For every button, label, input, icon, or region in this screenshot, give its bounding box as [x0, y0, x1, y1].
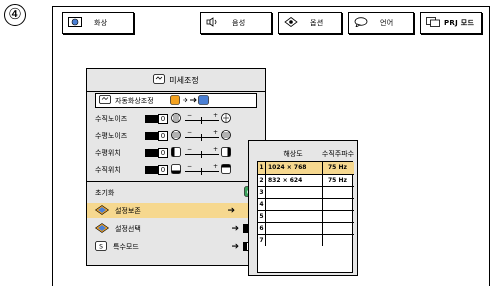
resolution-table-panel: 해상도 수직주파수 1 1024 × 768 75 Hz 2 832 × 624… [248, 140, 358, 276]
level-slider[interactable]: − + [185, 129, 219, 141]
save-icon [94, 204, 110, 217]
level-slider[interactable]: − + [185, 112, 219, 124]
level-slider[interactable]: − + [185, 146, 219, 158]
level-value: 0 [158, 130, 168, 141]
noise-icon [221, 112, 231, 125]
table-row[interactable]: 5 [258, 210, 354, 222]
table-row[interactable]: 1 1024 × 768 75 Hz [258, 162, 354, 174]
reset-label: 초기화 [95, 188, 115, 197]
noise-icon [221, 129, 231, 142]
picture-icon [68, 17, 82, 29]
level-bar [145, 131, 159, 140]
level-slider[interactable]: − + [185, 163, 219, 175]
tab-prj-mode[interactable]: PRJ 모드 [420, 12, 482, 34]
table-row[interactable]: 7 [258, 234, 354, 246]
noise-icon [171, 112, 181, 125]
adjust-row-label: 수직노이즈 [95, 114, 128, 123]
tab-picture-label: 화상 [94, 19, 108, 27]
adjust-row-label: 수직위치 [95, 165, 121, 174]
reset-row[interactable]: 초기화 C [95, 185, 257, 200]
table-row[interactable]: 2 832 × 624 75 Hz [258, 174, 354, 186]
col-frequency-header: 수직주파수 [321, 150, 355, 158]
adjust-row[interactable]: 수평노이즈 0 − + [95, 128, 257, 143]
special-mode-label: 특수모드 [113, 242, 139, 251]
auto-sync-label: 자동화상조정 [115, 96, 154, 105]
tab-picture[interactable]: 화상 [62, 12, 134, 34]
position-icon [221, 146, 231, 159]
adjust-row-label: 수평노이즈 [95, 131, 128, 140]
svg-text:S: S [99, 243, 103, 250]
language-icon [354, 17, 368, 29]
auto-sync-toggle-icon [169, 94, 210, 107]
step-number: ④ [4, 4, 26, 26]
prj-mode-icon [426, 17, 440, 29]
table-row[interactable]: 6 [258, 222, 354, 234]
level-value: 0 [158, 113, 168, 124]
special-mode-row[interactable]: S 특수모드 ➔ [95, 239, 257, 254]
level-bar [145, 114, 159, 123]
tab-audio-label: 음성 [232, 19, 246, 27]
adjust-row-label: 수평위치 [95, 148, 121, 157]
tab-audio[interactable]: 음성 [200, 12, 272, 34]
noise-icon [171, 129, 181, 142]
fine-sync-menu: 미세조정 자동화상조정 수직노이즈 0 − + 수평노이즈 0 − + 수평위치… [86, 68, 266, 266]
adjust-row[interactable]: 수직노이즈 0 − + [95, 111, 257, 126]
tab-language-label: 언어 [380, 19, 394, 27]
fine-sync-icon [153, 74, 166, 86]
auto-sync-icon [99, 95, 111, 106]
adjust-row[interactable]: 수직위치 0 − + [95, 162, 257, 177]
position-icon [221, 163, 231, 176]
tab-prj-mode-label: PRJ 모드 [444, 19, 475, 27]
adjust-row[interactable]: 수평위치 0 − + [95, 145, 257, 160]
tab-options[interactable]: 옵션 [278, 12, 342, 34]
level-value: 0 [158, 164, 168, 175]
arrow-right-icon: ➔ [231, 223, 239, 234]
special-mode-icon: S [95, 240, 107, 253]
level-value: 0 [158, 147, 168, 158]
menu-title-label: 미세조정 [169, 75, 199, 85]
table-row[interactable]: 3 [258, 186, 354, 198]
select-setting-row[interactable]: 설정선택 ➔ [94, 221, 257, 236]
speaker-icon [206, 17, 220, 29]
position-icon [171, 146, 181, 159]
arrow-right-icon: ➔ [231, 241, 239, 252]
position-icon [171, 163, 181, 176]
table-row[interactable]: 4 [258, 198, 354, 210]
table-body: 1 1024 × 768 75 Hz 2 832 × 624 75 Hz 3 4… [257, 161, 354, 273]
level-bar [145, 165, 159, 174]
options-icon [284, 17, 298, 29]
save-setting-row[interactable]: 설정보존 ➔ [87, 203, 265, 218]
select-icon [94, 222, 110, 235]
level-bar [145, 148, 159, 157]
menu-title: 미세조정 [87, 69, 265, 91]
save-label: 설정보존 [115, 206, 141, 215]
col-resolution-header: 해상도 [283, 150, 303, 158]
auto-sync-row[interactable]: 자동화상조정 [95, 93, 257, 108]
select-label: 설정선택 [115, 224, 141, 233]
tab-options-label: 옵션 [310, 19, 324, 27]
arrow-right-icon: ➔ [227, 205, 235, 216]
tab-language[interactable]: 언어 [348, 12, 414, 34]
